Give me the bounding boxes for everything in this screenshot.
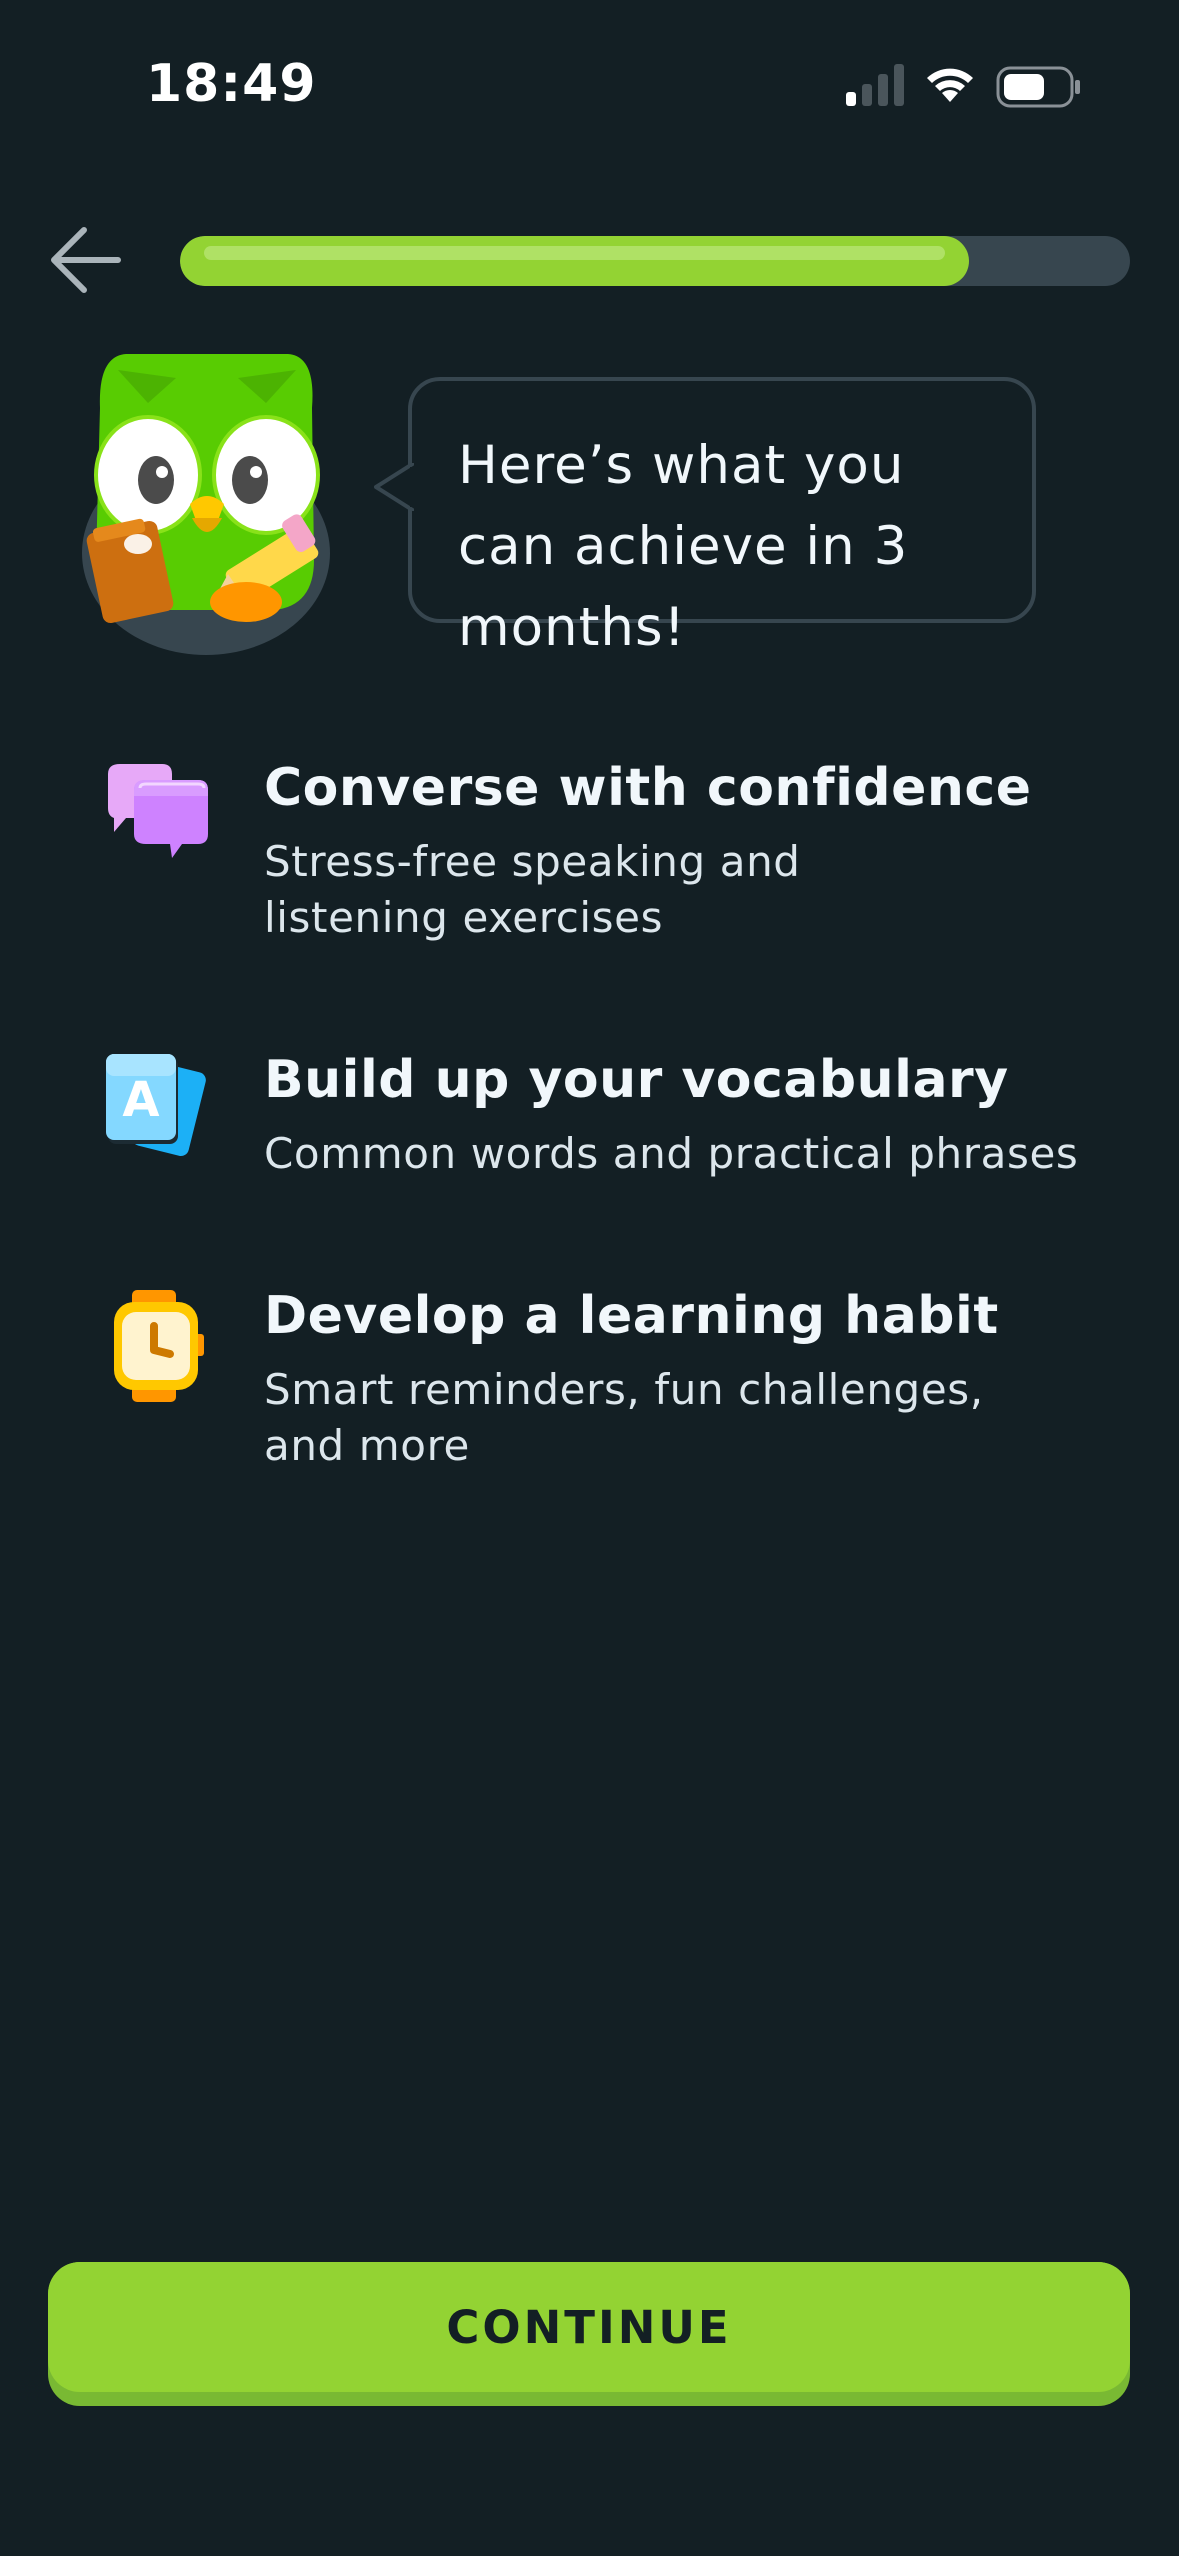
- continue-label: CONTINUE: [446, 2300, 732, 2354]
- status-time: 18:49: [146, 54, 317, 114]
- feature-title: Develop a learning habit: [264, 1286, 999, 1346]
- battery-icon: [996, 66, 1080, 108]
- flashcards-icon: A: [106, 1054, 206, 1157]
- feature-description: Common words and practical phrases: [264, 1129, 1079, 1178]
- chat-bubbles-icon: [108, 764, 208, 858]
- svg-text:A: A: [122, 1072, 159, 1128]
- progress-bar: [180, 236, 1130, 286]
- watch-icon: [114, 1290, 204, 1402]
- cellular-signal-icon: [846, 64, 904, 106]
- feature-description: Stress-free speaking and listening exerc…: [264, 837, 801, 942]
- continue-button[interactable]: CONTINUE: [48, 2262, 1130, 2392]
- speech-bubble: Here’s what you can achieve in 3 months!: [374, 377, 1036, 658]
- owl-mascot-icon: [82, 354, 330, 655]
- speech-text: Here’s what you can achieve in 3 months!: [458, 435, 909, 658]
- feature-description: Smart reminders, fun challenges, and mor…: [264, 1365, 984, 1470]
- progress-shine: [204, 246, 945, 260]
- progress-fill: [180, 236, 969, 286]
- wifi-icon: [927, 68, 973, 102]
- feature-title: Converse with confidence: [264, 758, 1032, 818]
- back-button[interactable]: [46, 222, 126, 298]
- feature-title: Build up your vocabulary: [264, 1050, 1009, 1110]
- arrow-left-icon: [51, 227, 121, 293]
